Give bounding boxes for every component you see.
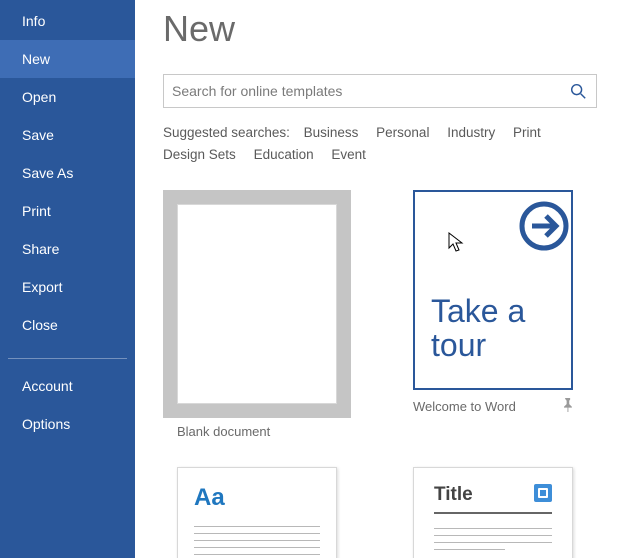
title-label: Title xyxy=(434,484,473,506)
aa-label: Aa xyxy=(194,484,320,512)
template-thumbnail: Take a tour xyxy=(413,190,573,390)
page-title: New xyxy=(163,0,622,74)
sidebar-item-options[interactable]: Options xyxy=(0,405,135,443)
suggested-link-personal[interactable]: Personal xyxy=(376,125,429,140)
title-separator xyxy=(434,512,552,514)
template-title-report[interactable]: Title xyxy=(413,467,593,558)
sidebar-item-info[interactable]: Info xyxy=(0,2,135,40)
main-panel: New Suggested searches: Business Persona… xyxy=(135,0,622,558)
suggested-searches: Suggested searches: Business Personal In… xyxy=(163,122,603,166)
pin-icon[interactable] xyxy=(562,398,573,415)
sidebar-separator xyxy=(8,358,127,359)
template-search[interactable] xyxy=(163,74,597,108)
suggested-label: Suggested searches: xyxy=(163,125,290,140)
sidebar-item-close[interactable]: Close xyxy=(0,306,135,344)
arrow-right-circle-icon xyxy=(516,198,572,254)
suggested-link-print[interactable]: Print xyxy=(513,125,541,140)
template-grid: Blank document Take a tour Welcome to Wo… xyxy=(163,190,622,558)
sidebar-item-export[interactable]: Export xyxy=(0,268,135,306)
tour-big-text: Take a tour xyxy=(431,294,525,362)
template-blank-document[interactable]: Blank document xyxy=(177,204,357,439)
search-input[interactable] xyxy=(172,83,568,99)
sidebar-item-share[interactable]: Share xyxy=(0,230,135,268)
suggested-link-business[interactable]: Business xyxy=(304,125,359,140)
placeholder-lines xyxy=(434,528,552,550)
sidebar-item-save[interactable]: Save xyxy=(0,116,135,154)
sidebar-item-print[interactable]: Print xyxy=(0,192,135,230)
backstage-sidebar: Info New Open Save Save As Print Share E… xyxy=(0,0,135,558)
sidebar-item-new[interactable]: New xyxy=(0,40,135,78)
placeholder-lines xyxy=(194,526,320,558)
template-thumbnail: Title xyxy=(413,467,573,558)
template-thumbnail: Aa xyxy=(177,467,337,558)
template-welcome-to-word[interactable]: Take a tour Welcome to Word xyxy=(413,190,593,439)
document-badge-icon xyxy=(534,484,552,502)
search-button[interactable] xyxy=(568,81,588,101)
sidebar-item-account[interactable]: Account xyxy=(0,367,135,405)
template-caption: Welcome to Word xyxy=(413,399,516,414)
suggested-link-design-sets[interactable]: Design Sets xyxy=(163,147,236,162)
suggested-link-education[interactable]: Education xyxy=(254,147,314,162)
sidebar-item-save-as[interactable]: Save As xyxy=(0,154,135,192)
template-caption: Blank document xyxy=(177,424,270,439)
sidebar-item-open[interactable]: Open xyxy=(0,78,135,116)
suggested-link-industry[interactable]: Industry xyxy=(447,125,495,140)
search-icon xyxy=(569,82,587,100)
template-thumbnail xyxy=(177,204,337,404)
suggested-link-event[interactable]: Event xyxy=(331,147,366,162)
template-single-spaced[interactable]: Aa xyxy=(177,467,357,558)
